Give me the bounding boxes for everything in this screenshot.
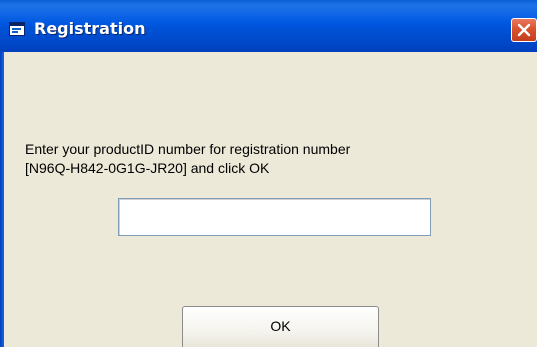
product-id-input[interactable] (118, 198, 431, 236)
registration-prompt: Enter your productID number for registra… (25, 140, 350, 178)
prompt-line-1: Enter your productID number for registra… (25, 141, 351, 157)
title-bar[interactable]: Registration (0, 0, 537, 52)
ok-button[interactable]: OK (182, 306, 379, 347)
window-border (0, 52, 4, 347)
close-button[interactable] (511, 18, 537, 42)
prompt-line-2: [N96Q-H842-0G1G-JR20] and click OK (25, 160, 270, 176)
registration-dialog: Registration Enter your productID number… (0, 0, 537, 347)
window-title: Registration (34, 19, 146, 38)
app-window-icon (9, 22, 25, 36)
